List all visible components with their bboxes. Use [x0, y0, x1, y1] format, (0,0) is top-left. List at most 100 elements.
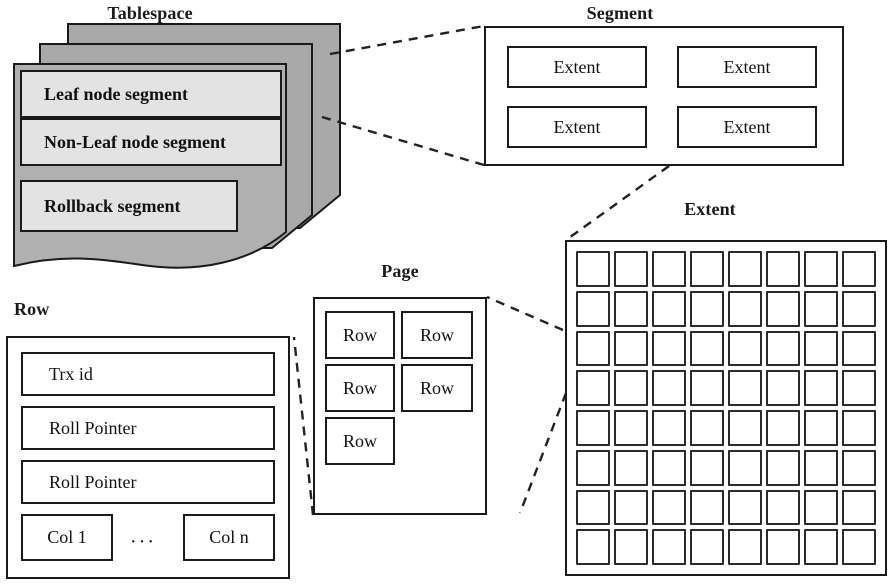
extent-page-cell [728, 251, 762, 287]
extent-page-cell [766, 251, 800, 287]
row-column-last-label: Col n [209, 527, 249, 547]
tablespace-segment-rollback: Rollback segment [20, 180, 238, 232]
extent-page-cell [766, 370, 800, 406]
extent-page-cell [842, 529, 876, 565]
page-row-2-label: Row [419, 324, 454, 345]
segment-extent-top-left-label: Extent [553, 56, 601, 77]
row-column-first-label: Col 1 [47, 527, 87, 547]
row-field-trx-id-label: Trx id [49, 363, 93, 384]
segment-extent-bottom-right-label: Extent [723, 116, 771, 137]
tablespace-segment-non-leaf-node-label: Non-Leaf node segment [44, 131, 226, 152]
extent-page-cell [842, 410, 876, 446]
extent-page-cell [804, 251, 838, 287]
extent-page-cell [614, 410, 648, 446]
extent-page-cell [728, 410, 762, 446]
page-box: Row Row Row Row Row [313, 297, 487, 515]
page-row-2: Row [401, 311, 473, 359]
tablespace-segment-rollback-label: Rollback segment [44, 195, 181, 216]
extent-page-cell [766, 330, 800, 367]
connector-page-to-row [292, 336, 315, 516]
segment-box: Extent Extent Extent Extent [484, 26, 844, 166]
connector-tablespace-to-segment-top [329, 24, 485, 56]
extent-page-cell [652, 330, 686, 367]
page-row-5-label: Row [342, 430, 377, 451]
page-row-1-label: Row [342, 324, 377, 345]
page-row-5: Row [325, 417, 395, 465]
segment-extent-top-left: Extent [507, 46, 647, 88]
row-field-roll-pointer-1: Roll Pointer [21, 406, 275, 450]
extent-page-cell [690, 489, 724, 526]
tablespace-caption: Tablespace [107, 3, 193, 23]
extent-page-cell [576, 370, 610, 406]
page-row-1: Row [325, 311, 395, 359]
extent-page-cell [804, 370, 838, 406]
connector-extent-to-page-top [486, 295, 564, 332]
extent-page-cell [728, 529, 762, 565]
extent-page-cell [614, 370, 648, 406]
extent-page-cell [690, 370, 724, 406]
row-caption: Row [14, 299, 50, 319]
page-row-3-label: Row [342, 377, 377, 398]
extent-page-cell [614, 251, 648, 287]
extent-page-cell [576, 529, 610, 565]
extent-caption: Extent [684, 199, 736, 219]
page-row-3: Row [325, 364, 395, 412]
page-row-4: Row [401, 364, 473, 412]
extent-page-cell [804, 489, 838, 526]
segment-extent-top-right-label: Extent [723, 56, 771, 77]
extent-page-cell [652, 449, 686, 486]
extent-page-cell [652, 290, 686, 327]
extent-page-cell [652, 410, 686, 446]
tablespace-segment-leaf-node-label: Leaf node segment [44, 83, 188, 104]
extent-page-cell [728, 330, 762, 367]
extent-page-cell [576, 489, 610, 526]
extent-page-cell [576, 410, 610, 446]
row-column-last: Col n [183, 514, 275, 561]
segment-extent-bottom-left-label: Extent [553, 116, 601, 137]
extent-page-cell [842, 449, 876, 486]
tablespace-segment-leaf-node: Leaf node segment [20, 70, 282, 118]
row-field-roll-pointer-1-label: Roll Pointer [49, 417, 137, 438]
tablespace-segment-non-leaf-node: Non-Leaf node segment [20, 118, 282, 166]
extent-page-cell [804, 290, 838, 327]
extent-page-cell [842, 330, 876, 367]
extent-page-cell [728, 489, 762, 526]
extent-page-cell [766, 449, 800, 486]
extent-page-cell [614, 330, 648, 367]
extent-page-cell [652, 370, 686, 406]
extent-page-cell [690, 410, 724, 446]
extent-page-cell [842, 290, 876, 327]
row-field-trx-id: Trx id [21, 352, 275, 396]
extent-page-cell [766, 529, 800, 565]
extent-page-cell [728, 370, 762, 406]
extent-page-cell [652, 251, 686, 287]
extent-page-cell [842, 489, 876, 526]
extent-page-cell [690, 290, 724, 327]
extent-page-cell [614, 449, 648, 486]
extent-page-cell [804, 330, 838, 367]
segment-extent-bottom-right: Extent [677, 106, 817, 148]
extent-page-cell [614, 489, 648, 526]
row-column-first: Col 1 [21, 514, 113, 561]
extent-page-cell [576, 290, 610, 327]
extent-page-cell [614, 529, 648, 565]
extent-page-cell [690, 251, 724, 287]
row-box: Trx id Roll Pointer Roll Pointer Col 1 ·… [6, 336, 290, 579]
segment-caption: Segment [586, 3, 654, 23]
extent-page-cell [804, 449, 838, 486]
extent-page-cell [842, 251, 876, 287]
row-field-roll-pointer-2-label: Roll Pointer [49, 471, 137, 492]
extent-page-cell [728, 449, 762, 486]
extent-page-cell [690, 330, 724, 367]
page-row-4-label: Row [419, 377, 454, 398]
extent-page-cell [690, 529, 724, 565]
extent-page-cell [576, 449, 610, 486]
extent-page-cell [690, 449, 724, 486]
row-columns-ellipsis: ··· [130, 531, 156, 553]
segment-extent-top-right: Extent [677, 46, 817, 88]
extent-box [565, 240, 887, 576]
extent-page-cell [766, 489, 800, 526]
connector-extent-to-page-bottom [518, 392, 568, 514]
extent-page-cell [576, 330, 610, 367]
extent-page-cell [576, 251, 610, 287]
